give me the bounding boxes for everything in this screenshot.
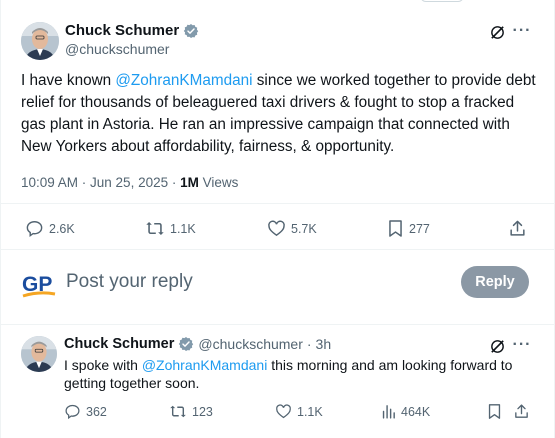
- repost-count: 123: [192, 404, 213, 419]
- bookmark-count: 277: [409, 221, 430, 236]
- reply-tweet-text: I spoke with @ZohranKMamdani this mornin…: [64, 356, 534, 392]
- reply-text-start: I spoke with: [64, 357, 142, 373]
- share-action[interactable]: [513, 403, 530, 420]
- bookmark-action[interactable]: 277: [387, 219, 430, 238]
- views-label: Views: [198, 175, 239, 190]
- author-avatar[interactable]: [21, 22, 59, 60]
- reply-age[interactable]: 3h: [316, 336, 332, 352]
- share-action[interactable]: [508, 219, 527, 238]
- reply-icon: [64, 403, 81, 420]
- more-options-icon[interactable]: ···: [512, 23, 532, 39]
- scroll-pill: [420, 0, 464, 2]
- views-action[interactable]: 464K: [381, 403, 430, 420]
- like-action[interactable]: 1.1K: [275, 403, 323, 420]
- reply-icon: [25, 219, 44, 238]
- top-edge: [0, 0, 555, 6]
- heart-icon: [275, 403, 292, 420]
- separator-dot: ·: [306, 336, 312, 352]
- grok-icon[interactable]: [487, 22, 507, 42]
- more-options-icon[interactable]: ···: [512, 337, 532, 353]
- views-count: 1M: [180, 175, 199, 190]
- reply-input[interactable]: Post your reply: [66, 271, 193, 293]
- left-border: [0, 0, 1, 438]
- repost-action[interactable]: 123: [169, 403, 213, 420]
- tweet-text: I have known @ZohranKMamdani since we wo…: [21, 70, 536, 158]
- repost-action[interactable]: 1.1K: [145, 219, 196, 238]
- reply-author-row: Chuck Schumer @chuckschumer · 3h: [64, 336, 331, 352]
- divider: [0, 324, 555, 325]
- reply-button[interactable]: Reply: [461, 266, 529, 298]
- repost-icon: [145, 219, 165, 238]
- verified-badge-icon: [183, 23, 199, 39]
- reply-author-name[interactable]: Chuck Schumer: [64, 336, 174, 352]
- grok-icon[interactable]: [487, 336, 507, 356]
- divider: [0, 203, 555, 204]
- reply-count: 2.6K: [49, 221, 75, 236]
- like-count: 5.7K: [291, 221, 317, 236]
- analytics-bars-icon: [381, 403, 396, 420]
- author-name[interactable]: Chuck Schumer: [65, 22, 179, 39]
- like-action[interactable]: 5.7K: [267, 219, 317, 238]
- tweet-meta: 10:09 AM · Jun 25, 2025 · 1M Views: [21, 175, 238, 190]
- reply-author-avatar[interactable]: [21, 336, 57, 372]
- repost-icon: [169, 403, 187, 420]
- user-avatar-gp-logo[interactable]: GP: [21, 268, 57, 302]
- reply-mention-link[interactable]: @ZohranKMamdani: [142, 357, 268, 373]
- heart-icon: [267, 219, 286, 238]
- author-name-row: Chuck Schumer: [65, 22, 199, 39]
- share-icon: [513, 403, 530, 420]
- reply-count: 362: [86, 404, 107, 419]
- reply-action[interactable]: 2.6K: [25, 219, 75, 238]
- reply-action[interactable]: 362: [64, 403, 107, 420]
- bookmark-icon: [387, 219, 404, 238]
- tweet-text-start: I have known: [21, 72, 116, 89]
- views-count: 464K: [401, 404, 431, 419]
- divider: [0, 249, 555, 250]
- reply-author-handle[interactable]: @chuckschumer: [198, 336, 302, 352]
- bookmark-action[interactable]: [487, 403, 502, 420]
- share-icon: [508, 219, 527, 238]
- like-count: 1.1K: [297, 404, 323, 419]
- author-handle[interactable]: @chuckschumer: [65, 41, 169, 57]
- mention-link[interactable]: @ZohranKMamdani: [115, 72, 252, 89]
- tweet-timestamp[interactable]: 10:09 AM · Jun 25, 2025 ·: [21, 175, 180, 190]
- bookmark-icon: [487, 403, 502, 420]
- verified-badge-icon: [178, 336, 194, 352]
- repost-count: 1.1K: [170, 221, 196, 236]
